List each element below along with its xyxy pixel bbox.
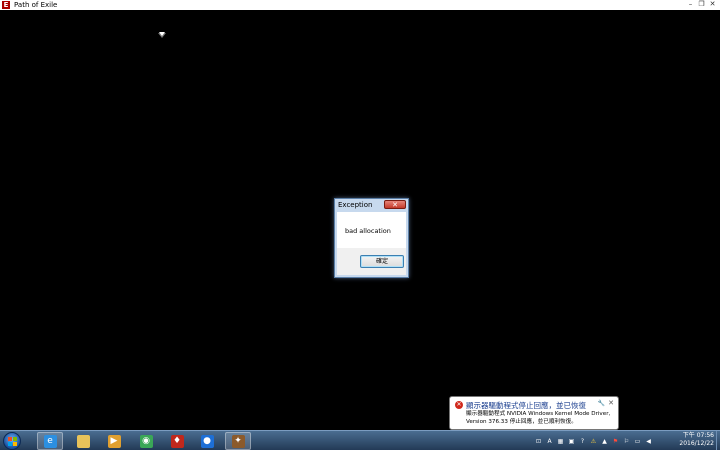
balloon-text-line2: Version 376.33 停止回應，並已順利恢復。 xyxy=(466,419,577,425)
exception-dialog: Exception ✕ bad allocation 確定 xyxy=(334,198,409,278)
notification-balloon[interactable]: ✕ 顯示器驅動程式停止回應，並已恢復 🔧 ✕ 顯示器驅動程式 NVIDIA Wi… xyxy=(449,396,619,430)
chrome-icon: ◉ xyxy=(139,434,153,448)
dialog-footer: 確定 xyxy=(337,248,406,275)
warning-icon[interactable]: ⚠ xyxy=(589,437,598,446)
minimize-button[interactable]: – xyxy=(685,0,696,9)
dialog-title: Exception xyxy=(338,201,373,209)
flag-icon[interactable]: ⚐ xyxy=(622,437,631,446)
system-tray: ⊡ A ▦ ▣? ⚠ ▲ ⚑ ⚐ ▭ ◀ xyxy=(534,433,653,449)
dialog-message: bad allocation xyxy=(345,227,391,235)
window-titlebar[interactable]: E Path of Exile – ❐ ✕ xyxy=(0,0,720,10)
taskbar-blue-app[interactable]: ● xyxy=(194,432,220,450)
window-controls: – ❐ ✕ xyxy=(685,0,718,10)
path-of-exile-icon: ✦ xyxy=(231,434,245,448)
taskbar-media-player[interactable]: ▶ xyxy=(101,432,127,450)
display-icon[interactable]: ▦ xyxy=(556,437,565,446)
media-player-icon: ▶ xyxy=(107,434,121,448)
taskbar-chrome[interactable]: ◉ xyxy=(133,432,159,450)
app-icon: E xyxy=(2,1,10,9)
start-button[interactable] xyxy=(3,432,21,450)
ok-button[interactable]: 確定 xyxy=(360,255,404,268)
wrench-icon[interactable]: 🔧 xyxy=(598,400,605,407)
red-app-icon: ♦ xyxy=(170,434,184,448)
internet-explorer-icon: e xyxy=(43,434,57,448)
window-icon[interactable]: ▣ xyxy=(567,437,576,446)
balloon-close-icon[interactable]: ✕ xyxy=(608,399,614,407)
desktop-screen: E Path of Exile – ❐ ✕ Exception ✕ bad al… xyxy=(0,0,720,450)
file-explorer-icon xyxy=(76,434,90,448)
taskbar: e ▶ ◉ ♦ ● ✦ ⊡ A ▦ ▣? ⚠ ▲ ⚑ ⚐ ▭ ◀ 下午 07:56 2016/12/22 xyxy=(0,430,720,450)
taskbar-red-app[interactable]: ♦ xyxy=(164,432,190,450)
taskbar-internet-explorer[interactable]: e xyxy=(37,432,63,450)
network-status-icon[interactable]: ⊡ xyxy=(534,437,543,446)
keyboard-a-icon[interactable]: A xyxy=(545,437,554,446)
balloon-tail-inner xyxy=(159,32,165,36)
balloon-text: 顯示器驅動程式 NVIDIA Windows Kernel Mode Drive… xyxy=(466,410,618,426)
monitor-icon[interactable]: ▭ xyxy=(633,437,642,446)
window-title: Path of Exile xyxy=(14,1,58,9)
clock-time: 下午 07:56 xyxy=(682,432,714,439)
help-icon[interactable]: ? xyxy=(578,437,587,446)
red-alert-icon[interactable]: ⚑ xyxy=(611,437,620,446)
restore-button[interactable]: ❐ xyxy=(696,0,707,9)
dialog-titlebar[interactable]: Exception ✕ xyxy=(335,199,408,211)
dialog-body: bad allocation xyxy=(337,212,406,248)
taskbar-file-explorer[interactable] xyxy=(70,432,96,450)
clock[interactable]: 下午 07:56 2016/12/22 xyxy=(674,432,714,448)
taskbar-path-of-exile[interactable]: ✦ xyxy=(225,432,251,450)
error-icon: ✕ xyxy=(455,401,463,409)
volume-icon[interactable]: ◀ xyxy=(644,437,653,446)
dialog-close-button[interactable]: ✕ xyxy=(384,200,406,209)
blue-app-icon: ● xyxy=(200,434,214,448)
show-desktop-button[interactable] xyxy=(716,431,720,450)
clock-date: 2016/12/22 xyxy=(679,440,714,447)
show-hidden-icon[interactable]: ▲ xyxy=(600,437,609,446)
windows-logo-icon xyxy=(8,437,17,446)
balloon-text-line1: 顯示器驅動程式 NVIDIA Windows Kernel Mode Drive… xyxy=(466,411,611,417)
close-button[interactable]: ✕ xyxy=(707,0,718,9)
